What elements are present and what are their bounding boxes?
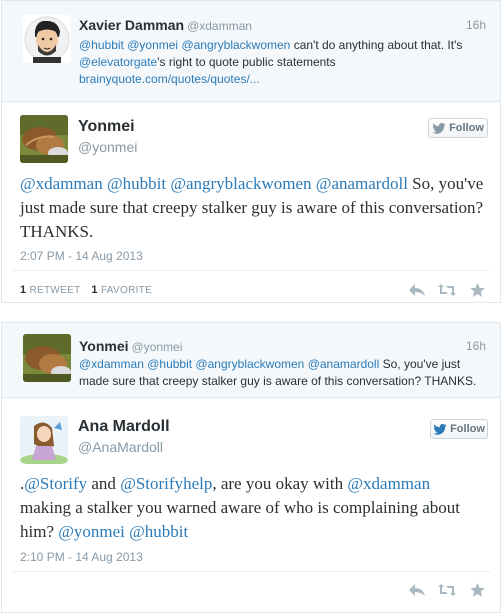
mention-link[interactable]: @yonmei [127,38,178,52]
avatar-yonmei-small[interactable] [23,334,71,382]
retweet-count[interactable]: 1 [20,284,26,296]
author-handle[interactable]: @AnaMardoll [78,439,163,455]
mention-link[interactable]: @anamardoll [308,357,380,371]
mention-link[interactable]: @xdamman [79,357,144,371]
author-handle[interactable]: @yonmei [78,139,137,155]
follow-button[interactable]: Follow [428,118,488,138]
retweet-icon[interactable] [438,582,456,598]
author-name[interactable]: Ana Mardoll [78,418,170,436]
context-author-name[interactable]: Yonmei [79,338,129,354]
retweet-icon[interactable] [438,282,456,298]
context-time[interactable]: 16h [466,338,486,354]
context-time[interactable]: 16h [466,17,486,33]
mention-link[interactable]: @hubbit [79,38,124,52]
follow-button[interactable]: Follow [430,419,488,439]
tweet-text: .@Storify and @Storifyhelp, are you okay… [20,474,460,541]
tweet-timestamp[interactable]: 2:10 PM - 14 Aug 2013 [20,550,143,564]
follow-label: Follow [449,122,484,134]
mention-link[interactable]: @Storify [24,474,87,493]
avatar-xavier[interactable] [23,15,71,63]
divider [12,571,490,572]
context-author-handle[interactable]: @yonmei [132,340,183,354]
follow-label: Follow [450,423,485,435]
embedded-tweet-2: Yonmei @yonmei 16h @xdamman @hubbit @angr… [1,322,501,613]
embedded-tweet-1: Xavier Damman @xdamman 16h @hubbit @yonme… [1,0,501,303]
tweet-actions [408,282,486,298]
mention-link[interactable]: @angryblackwomen [195,357,304,371]
mention-link[interactable]: @anamardoll [316,174,408,193]
mention-link[interactable]: @xdamman [347,474,430,493]
context-author-handle[interactable]: @xdamman [187,19,252,33]
mention-link[interactable]: @hubbit [147,357,192,371]
reply-icon[interactable] [408,582,426,598]
mention-link[interactable]: @angryblackwomen [181,38,290,52]
context-tweet: Yonmei @yonmei 16h @xdamman @hubbit @angr… [2,323,500,398]
favorite-icon[interactable] [468,282,486,298]
tweet-text: @xdamman @hubbit @angryblackwomen @anama… [20,174,484,241]
divider [12,270,490,271]
context-tweet: Xavier Damman @xdamman 16h @hubbit @yonme… [2,1,500,102]
tweet-stats: 1 RETWEET 1 FAVORITE [20,284,153,296]
twitter-bird-icon [432,122,446,134]
mention-link[interactable]: @Storifyhelp [120,474,212,493]
mention-link[interactable]: @angryblackwomen [170,174,311,193]
mention-link[interactable]: @hubbit [129,522,188,541]
mention-link[interactable]: @elevatorgate [79,55,157,69]
author-name[interactable]: Yonmei [78,118,135,136]
mention-link[interactable]: @yonmei [58,522,125,541]
avatar-yonmei[interactable] [20,115,68,163]
mention-link[interactable]: @hubbit [107,174,166,193]
tweet-timestamp[interactable]: 2:07 PM - 14 Aug 2013 [20,249,143,263]
mention-link[interactable]: @xdamman [20,174,103,193]
favorite-icon[interactable] [468,582,486,598]
reply-icon[interactable] [408,282,426,298]
twitter-bird-icon [433,423,447,435]
context-tweet-text: @xdamman @hubbit @angryblackwomen @anama… [79,357,477,388]
context-author-name[interactable]: Xavier Damman [79,17,184,33]
context-tweet-text: @hubbit @yonmei @angryblackwomen can't d… [79,37,482,88]
tweet-actions [408,582,486,598]
url-link[interactable]: brainyquote.com/quotes/quotes/... [79,71,482,88]
avatar-ana-mardoll[interactable] [20,416,68,464]
favorite-count[interactable]: 1 [91,284,97,296]
